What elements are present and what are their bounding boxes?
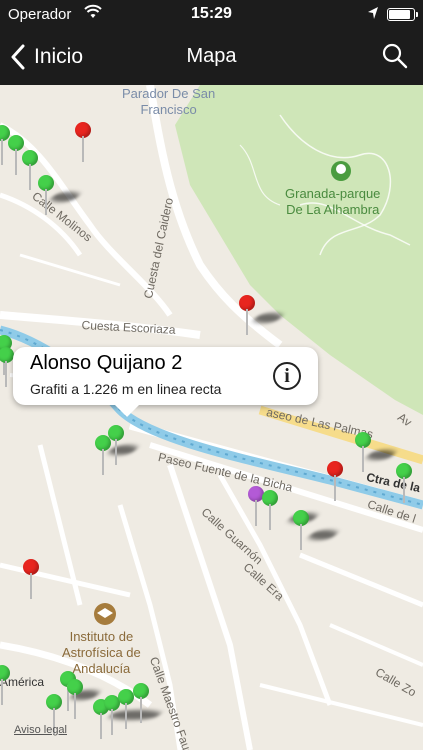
callout-subtitle: Grafiti a 1.226 m en linea recta <box>30 381 222 397</box>
label-park: Granada-parque De La Alhambra <box>285 186 381 217</box>
map-pin-green[interactable] <box>108 425 124 465</box>
callout-title: Alonso Quijano 2 <box>30 352 183 374</box>
map-pin-green[interactable] <box>67 679 83 719</box>
map-pin-green[interactable] <box>22 150 38 190</box>
map-pin-red[interactable] <box>23 559 39 599</box>
status-bar: Operador 15:29 <box>0 0 423 30</box>
search-icon[interactable] <box>381 42 409 70</box>
map-pin-green[interactable] <box>355 432 371 472</box>
pin-callout[interactable]: Alonso Quijano 2 Grafiti a 1.226 m en li… <box>13 347 318 417</box>
map-pin-green[interactable] <box>0 665 10 705</box>
info-icon[interactable]: i <box>273 362 301 390</box>
map-pin-red[interactable] <box>239 295 255 335</box>
map-view[interactable]: Parador De San Francisco Granada-parque … <box>0 85 423 750</box>
map-pin-green[interactable] <box>118 689 134 729</box>
map-pin-green[interactable] <box>396 463 412 503</box>
map-pin-green[interactable] <box>133 683 149 723</box>
map-pin-green[interactable] <box>0 347 14 387</box>
legal-notice-link[interactable]: Aviso legal <box>14 724 67 736</box>
label-instituto: Instituto de Astrofísica de Andalucía <box>62 629 141 676</box>
map-pin-red[interactable] <box>75 122 91 162</box>
map-pin-green[interactable] <box>262 490 278 530</box>
location-arrow-icon <box>368 7 378 19</box>
clock: 15:29 <box>191 5 232 22</box>
map-pin-green[interactable] <box>8 135 24 175</box>
battery-level <box>389 10 410 19</box>
page-title: Mapa <box>186 45 237 67</box>
map-pin-green[interactable] <box>46 694 62 734</box>
battery-icon <box>387 8 418 21</box>
label-parador: Parador De San Francisco <box>122 86 216 117</box>
map-pin-green[interactable] <box>293 510 309 550</box>
map-pin-red[interactable] <box>327 461 343 501</box>
map-pin-green[interactable] <box>38 175 54 215</box>
navigation-bar: Inicio Mapa <box>0 30 423 85</box>
